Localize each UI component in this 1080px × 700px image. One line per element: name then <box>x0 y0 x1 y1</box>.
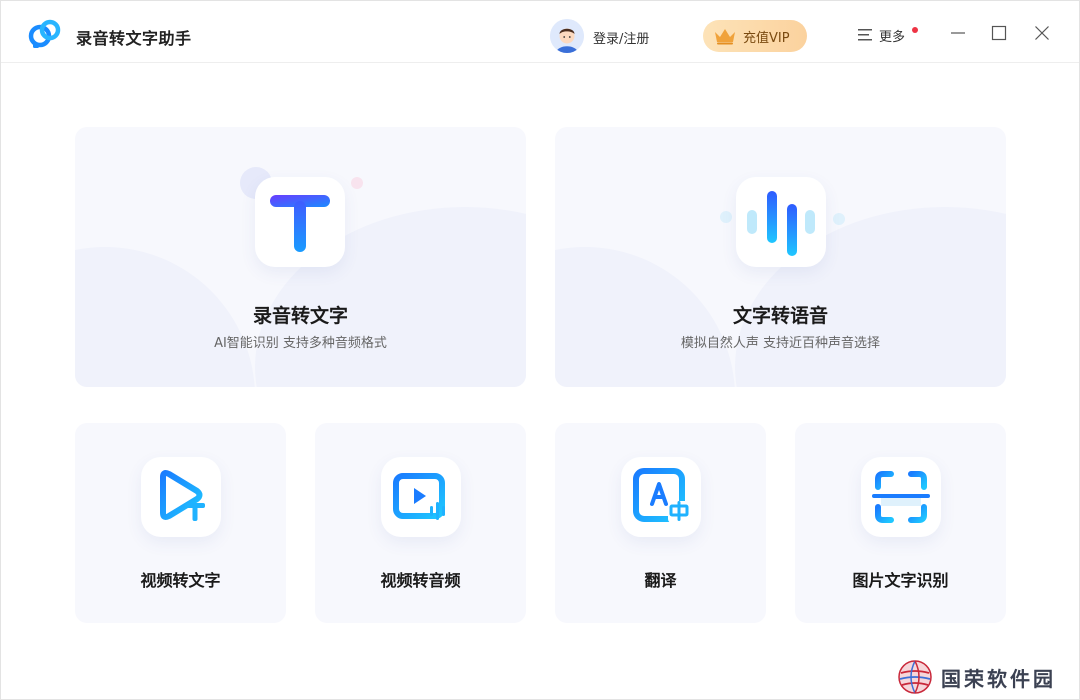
card-image-ocr[interactable]: 图片文字识别 <box>795 423 1006 623</box>
video-text-icon-tile <box>141 457 221 537</box>
video-audio-icon-tile <box>381 457 461 537</box>
card-title: 图片文字识别 <box>852 571 949 590</box>
more-label: 更多 <box>879 29 906 45</box>
app-title: 录音转文字助手 <box>76 29 192 48</box>
card-text-to-speech[interactable]: 文字转语音 模拟自然人声 支持近百种声音选择 <box>555 127 1006 387</box>
card-subtitle: 模拟自然人声 支持近百种声音选择 <box>680 336 881 351</box>
card-title: 翻译 <box>644 571 677 590</box>
app-window: 录音转文字助手 登录/注册 充值VIP 更多 录音转文字 AI智能识别 支持多种… <box>0 0 1080 700</box>
title-bar: 录音转文字助手 登录/注册 充值VIP 更多 <box>1 1 1079 63</box>
minimize-icon[interactable] <box>950 25 966 41</box>
notification-dot <box>912 27 918 33</box>
vip-recharge-button[interactable]: 充值VIP <box>703 20 807 52</box>
watermark-label: 国荣软件园 <box>941 666 1056 691</box>
card-title: 录音转文字 <box>252 305 348 327</box>
maximize-icon[interactable] <box>991 25 1007 41</box>
more-menu-button[interactable]: 更多 <box>857 25 918 45</box>
translate-icon <box>633 468 690 523</box>
text-t-icon <box>270 195 330 252</box>
video-text-icon <box>160 470 205 521</box>
scan-icon-tile <box>861 457 941 537</box>
video-audio-icon <box>393 473 445 520</box>
card-title: 视频转文字 <box>140 571 221 590</box>
soundwave-icon-tile <box>736 177 826 267</box>
card-subtitle: AI智能识别 支持多种音频格式 <box>214 336 387 351</box>
card-audio-to-text[interactable]: 录音转文字 AI智能识别 支持多种音频格式 <box>75 127 526 387</box>
user-avatar-icon <box>550 19 584 53</box>
bubble-decoration <box>720 211 732 223</box>
globe-logo-icon <box>898 660 932 694</box>
vip-label: 充值VIP <box>743 30 790 46</box>
bubble-decoration <box>351 177 363 189</box>
avatar[interactable] <box>550 19 584 53</box>
card-title: 文字转语音 <box>732 305 828 327</box>
card-video-to-text[interactable]: 视频转文字 <box>75 423 286 623</box>
soundwave-icon <box>747 191 815 256</box>
app-logo-icon <box>28 19 61 48</box>
text-t-icon-tile <box>255 177 345 267</box>
card-title: 视频转音频 <box>380 571 461 590</box>
bubble-decoration <box>833 213 845 225</box>
scan-icon <box>872 471 930 523</box>
card-video-to-audio[interactable]: 视频转音频 <box>315 423 526 623</box>
menu-icon <box>858 29 872 41</box>
card-translate[interactable]: 翻译 <box>555 423 766 623</box>
watermark: 国荣软件园 <box>897 657 1067 697</box>
login-register-link[interactable]: 登录/注册 <box>593 28 649 47</box>
translate-icon-tile <box>621 457 701 537</box>
close-icon[interactable] <box>1034 25 1050 41</box>
crown-icon <box>715 29 735 45</box>
